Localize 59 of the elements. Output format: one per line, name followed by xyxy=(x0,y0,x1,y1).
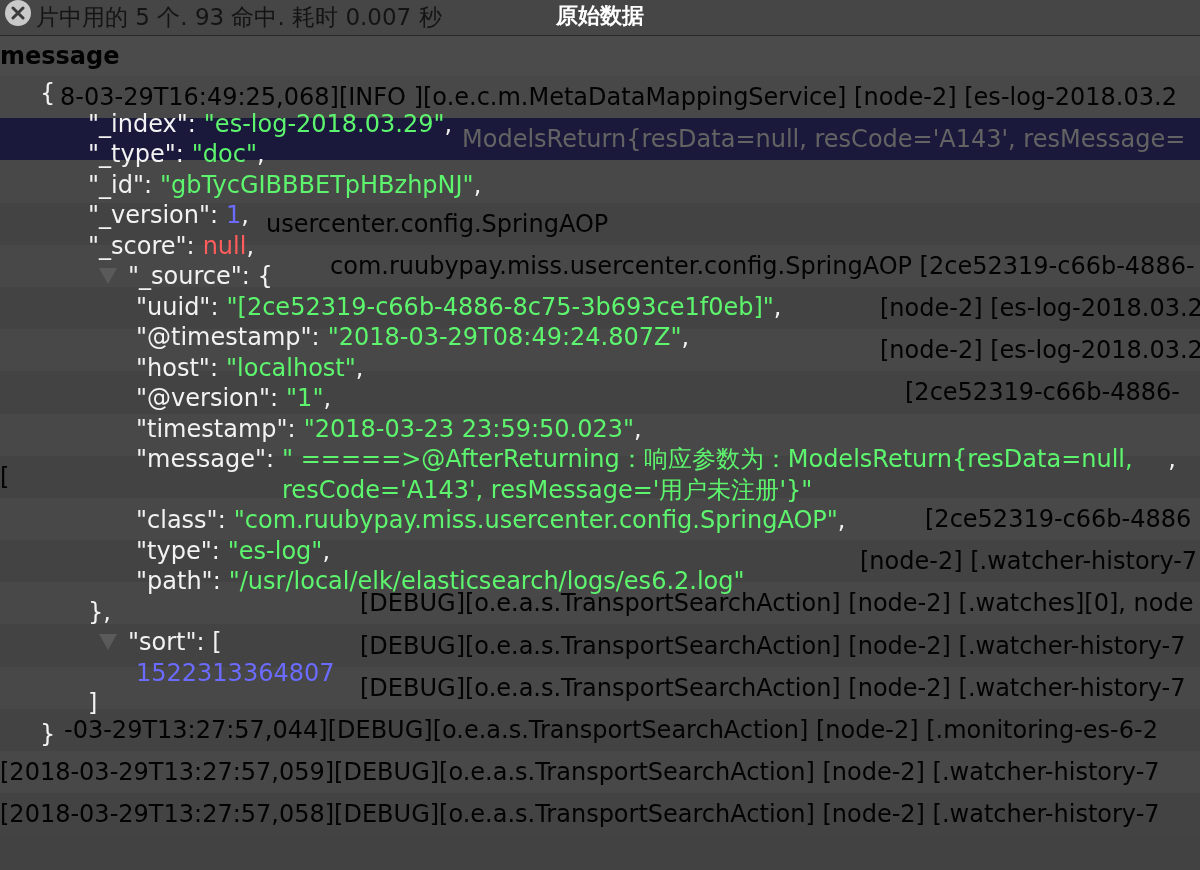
log-text[interactable]: [node-2] [es-log-2018.03.2 xyxy=(880,290,1200,327)
comma: , xyxy=(1168,444,1176,475)
log-text[interactable]: [DEBUG][o.e.a.s.TransportSearchAction] [node-2] [.watcher-history-7 xyxy=(360,627,1186,664)
closing-bracket: } xyxy=(40,719,56,748)
closing-bracket: }, xyxy=(88,597,111,626)
column-header: message xyxy=(0,41,120,72)
json-value: "com.ruubypay.miss.usercenter.config.SpringAOP" xyxy=(233,505,838,536)
closing-bracket: ] xyxy=(88,689,98,717)
json-value: "1" xyxy=(286,383,324,414)
log-text[interactable]: ModelsReturn{resData=null, resCode='A143', resMessage= xyxy=(462,121,1186,158)
log-text[interactable]: com.ruubypay.miss.usercenter.config.SpringAOP [2ce52319-c66b-4886- xyxy=(330,247,1195,284)
json-key: "@version": xyxy=(136,383,279,414)
comma: , xyxy=(773,291,782,322)
opening-bracket: { xyxy=(40,79,56,107)
json-value: "gbTycGIBBBETpHBzhpNJ" xyxy=(160,169,474,200)
comma: , xyxy=(681,322,690,353)
json-value: "es-log" xyxy=(227,535,323,566)
json-value: "2018-03-29T08:49:24.807Z" xyxy=(327,322,682,353)
json-key: "sort": [ xyxy=(128,627,222,658)
json-key: "_version": xyxy=(88,200,219,231)
json-key: "host": xyxy=(136,352,218,383)
log-text[interactable]: [2ce52319-c66b-4886- xyxy=(905,374,1180,411)
json-key: "@timestamp": xyxy=(136,322,320,353)
json-value: 1 xyxy=(226,200,242,231)
json-key: "_type": xyxy=(88,139,184,170)
json-value: "localhost" xyxy=(226,352,356,383)
comma: , xyxy=(355,352,364,383)
log-text[interactable]: [2018-03-29T13:27:57,058][DEBUG][o.e.a.s.TransportSearchAction] [node-2] [.watcher-history-7 xyxy=(0,796,1160,833)
comma: , xyxy=(837,505,846,536)
json-key: "message": xyxy=(136,444,275,475)
json-key: "type": xyxy=(136,535,220,566)
close-icon xyxy=(11,6,25,20)
json-value: 1522313364807 xyxy=(136,657,335,688)
comma: , xyxy=(241,200,249,231)
json-value: "es-log-2018.03.29" xyxy=(203,109,445,139)
comma: , xyxy=(323,383,332,414)
comma: , xyxy=(246,230,255,261)
json-value: "[2ce52319-c66b-4886-8c75-3b693ce1f0eb]" xyxy=(226,291,774,322)
comma: , xyxy=(473,169,482,200)
json-key: "_score": xyxy=(88,230,195,261)
log-text[interactable]: [ xyxy=(0,458,10,495)
json-key: "class": xyxy=(136,505,226,536)
json-value: null xyxy=(202,230,247,261)
json-key: "_index": xyxy=(88,108,196,139)
comma: , xyxy=(444,109,453,139)
json-value: "2018-03-23 23:59:50.023" xyxy=(303,413,635,444)
json-key: "timestamp": xyxy=(136,413,296,444)
json-key: "uuid": xyxy=(136,291,219,322)
log-text[interactable]: [node-2] [es-log-2018.03.2 xyxy=(880,332,1200,369)
json-key: "_id": xyxy=(88,169,153,200)
json-value: "doc" xyxy=(191,139,257,170)
json-key: "_source": { xyxy=(128,261,273,292)
log-text[interactable]: [node-2] [.watcher-history-7 xyxy=(860,543,1198,580)
log-text[interactable]: usercenter.config.SpringAOP xyxy=(266,205,609,242)
dialog-title: 原始数据 xyxy=(556,1,644,30)
json-key: "path": xyxy=(136,566,221,597)
comma: , xyxy=(634,413,642,444)
comma: , xyxy=(322,535,330,566)
comma: , xyxy=(257,139,265,170)
